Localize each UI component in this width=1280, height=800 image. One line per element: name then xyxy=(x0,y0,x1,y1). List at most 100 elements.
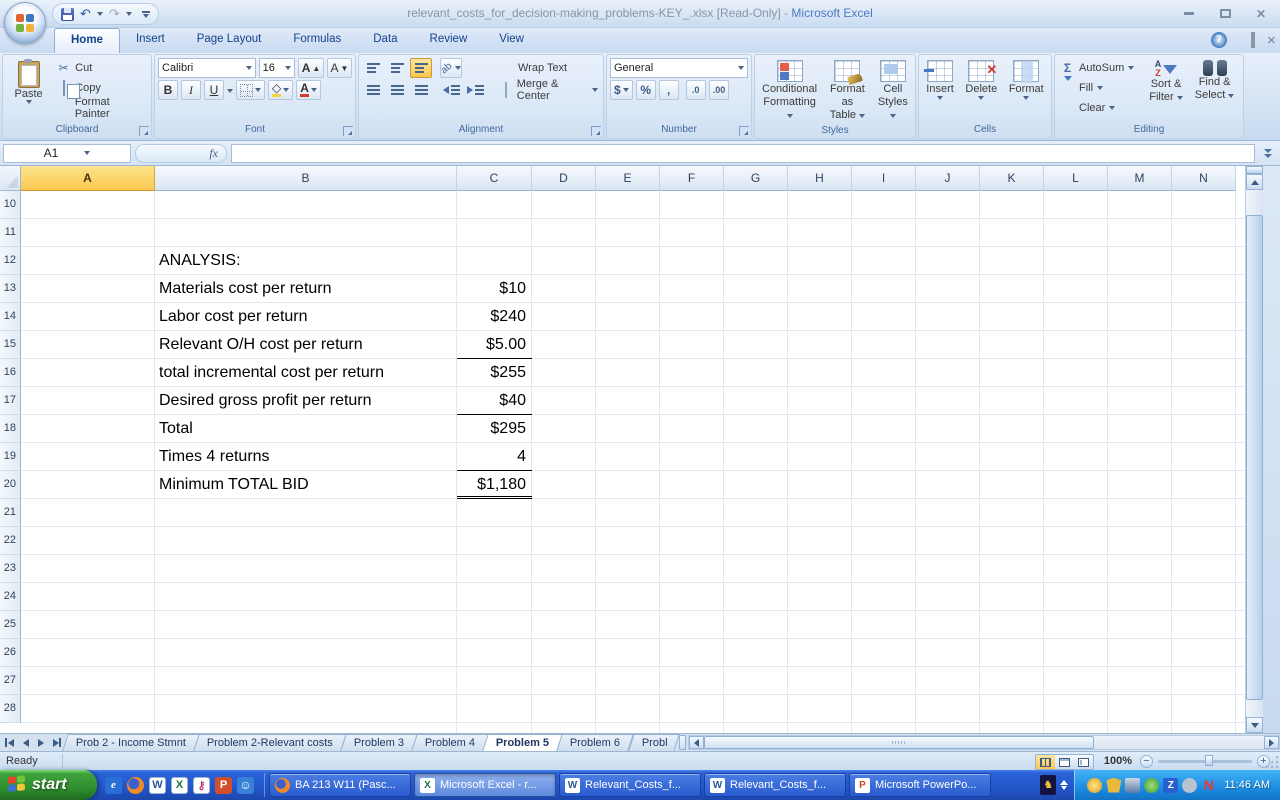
row-header-11[interactable]: 11 xyxy=(0,219,21,247)
scroll-up-button[interactable] xyxy=(1246,174,1263,190)
find-select-button[interactable]: Find &Select xyxy=(1191,58,1239,123)
tray-n-icon[interactable] xyxy=(1201,778,1216,793)
column-header-K[interactable]: K xyxy=(980,166,1044,191)
font-size-select[interactable]: 16 xyxy=(259,58,296,78)
zoom-level[interactable]: 100% xyxy=(1104,755,1132,767)
increase-indent-button[interactable] xyxy=(464,80,486,100)
accounting-format-button[interactable]: $ xyxy=(610,80,633,100)
row-header-14[interactable]: 14 xyxy=(0,303,21,331)
column-header-B[interactable]: B xyxy=(155,166,457,191)
cell-C18[interactable]: $295 xyxy=(457,415,532,443)
sheet-tab-prob-2-income-stmnt[interactable]: Prob 2 - Income Stmnt xyxy=(62,734,200,751)
quick-launch-firefox-icon[interactable] xyxy=(127,777,144,794)
zoom-out-button[interactable]: − xyxy=(1140,755,1153,768)
column-header-L[interactable]: L xyxy=(1044,166,1108,191)
select-all-corner[interactable] xyxy=(0,166,21,191)
row-header-15[interactable]: 15 xyxy=(0,331,21,359)
quick-launch-access-icon[interactable] xyxy=(193,777,210,794)
paste-button[interactable]: Paste xyxy=(6,58,51,123)
tray-icon-1[interactable] xyxy=(1087,778,1102,793)
cell-C16[interactable]: $255 xyxy=(457,359,532,387)
tab-insert[interactable]: Insert xyxy=(120,28,181,53)
column-header-G[interactable]: G xyxy=(724,166,788,191)
tab-split-handle[interactable] xyxy=(679,735,686,750)
sheet-tab-probl[interactable]: Probl xyxy=(628,734,680,751)
row-header-16[interactable]: 16 xyxy=(0,359,21,387)
row-header-18[interactable]: 18 xyxy=(0,415,21,443)
zoom-knob[interactable] xyxy=(1205,755,1213,766)
sheet-tab-problem-3[interactable]: Problem 3 xyxy=(340,734,418,751)
row-header-23[interactable]: 23 xyxy=(0,555,21,583)
sheet-tab-problem-2-relevant-costs[interactable]: Problem 2-Relevant costs xyxy=(193,734,346,751)
column-header-E[interactable]: E xyxy=(596,166,660,191)
cell-B14[interactable]: Labor cost per return xyxy=(155,303,457,331)
font-name-select[interactable]: Calibri xyxy=(158,58,256,78)
cell-B20[interactable]: Minimum TOTAL BID xyxy=(155,471,457,499)
cell-B19[interactable]: Times 4 returns xyxy=(155,443,457,471)
column-header-F[interactable]: F xyxy=(660,166,724,191)
show-hidden-icons-button[interactable] xyxy=(1060,780,1068,790)
align-right-button[interactable] xyxy=(410,80,432,100)
workbook-close-button[interactable]: ✕ xyxy=(1267,34,1276,47)
cell-C13[interactable]: $10 xyxy=(457,275,532,303)
name-box[interactable]: A1 xyxy=(3,144,131,163)
increase-decimal-button[interactable]: .0 xyxy=(686,80,706,100)
worksheet-grid[interactable]: ABCDEFGHIJKLMN 1011121314151617181920212… xyxy=(0,166,1245,733)
fill-color-button[interactable]: ◇ xyxy=(268,80,293,100)
expand-formula-bar-button[interactable] xyxy=(1259,144,1277,163)
merge-center-button[interactable]: Merge & Center xyxy=(497,80,600,100)
scroll-down-button[interactable] xyxy=(1246,717,1263,733)
taskbar-button-firefox-0[interactable]: BA 213 W11 (Pasc... xyxy=(269,773,411,797)
next-sheet-button[interactable] xyxy=(34,736,47,749)
sheet-tab-problem-5[interactable]: Problem 5 xyxy=(483,734,564,751)
italic-button[interactable]: I xyxy=(181,80,201,100)
office-button[interactable] xyxy=(4,2,46,44)
decrease-decimal-button[interactable]: .00 xyxy=(709,80,730,100)
column-header-C[interactable]: C xyxy=(457,166,532,191)
vertical-scrollbar[interactable] xyxy=(1245,166,1263,733)
last-sheet-button[interactable] xyxy=(49,736,62,749)
format-cells-button[interactable]: Format xyxy=(1005,58,1048,123)
format-painter-button[interactable]: Format Painter xyxy=(54,98,148,118)
tab-page-layout[interactable]: Page Layout xyxy=(181,28,278,53)
row-header-27[interactable]: 27 xyxy=(0,667,21,695)
scroll-right-button[interactable] xyxy=(1264,736,1279,749)
tray-icon-6[interactable] xyxy=(1182,778,1197,793)
align-center-button[interactable] xyxy=(386,80,408,100)
cell-C15[interactable]: $5.00 xyxy=(457,331,532,359)
middle-align-button[interactable] xyxy=(386,58,408,78)
taskbar-button-word-3[interactable]: Relevant_Costs_f... xyxy=(704,773,846,797)
cell-B16[interactable]: total incremental cost per return xyxy=(155,359,457,387)
taskbar-extra-icon[interactable]: ♞ xyxy=(1040,775,1056,795)
fill-button[interactable]: Fill xyxy=(1058,78,1136,98)
sheet-tab-problem-6[interactable]: Problem 6 xyxy=(557,734,635,751)
tab-data[interactable]: Data xyxy=(357,28,413,53)
underline-button[interactable]: U xyxy=(204,80,224,100)
scroll-left-button[interactable] xyxy=(689,736,704,749)
row-header-20[interactable]: 20 xyxy=(0,471,21,499)
start-button[interactable]: start xyxy=(0,770,97,800)
column-header-H[interactable]: H xyxy=(788,166,852,191)
row-header-19[interactable]: 19 xyxy=(0,443,21,471)
close-button[interactable]: ✕ xyxy=(1248,5,1274,22)
decrease-indent-button[interactable] xyxy=(440,80,462,100)
column-header-J[interactable]: J xyxy=(916,166,980,191)
cut-button[interactable]: ✂Cut xyxy=(54,58,148,78)
taskbar-button-powerpoint-4[interactable]: Microsoft PowerPo... xyxy=(849,773,991,797)
comma-style-button[interactable]: , xyxy=(659,80,679,100)
row-header-10[interactable]: 10 xyxy=(0,191,21,219)
quick-launch-powerpoint-icon[interactable] xyxy=(215,777,232,794)
horizontal-scroll-thumb[interactable] xyxy=(704,736,1094,749)
sort-filter-button[interactable]: AZ Sort &Filter xyxy=(1145,58,1187,123)
orientation-button[interactable]: ab xyxy=(440,58,462,78)
vertical-scroll-thumb[interactable] xyxy=(1246,215,1263,700)
cell-C12[interactable] xyxy=(457,247,532,275)
taskbar-button-word-2[interactable]: Relevant_Costs_f... xyxy=(559,773,701,797)
number-dialog-launcher-icon[interactable] xyxy=(739,126,749,136)
bottom-align-button[interactable] xyxy=(410,58,432,78)
cell-styles-button[interactable]: CellStyles xyxy=(874,58,912,124)
cell-B18[interactable]: Total xyxy=(155,415,457,443)
row-header-22[interactable]: 22 xyxy=(0,527,21,555)
row-header-17[interactable]: 17 xyxy=(0,387,21,415)
help-icon[interactable]: ? xyxy=(1211,32,1227,48)
